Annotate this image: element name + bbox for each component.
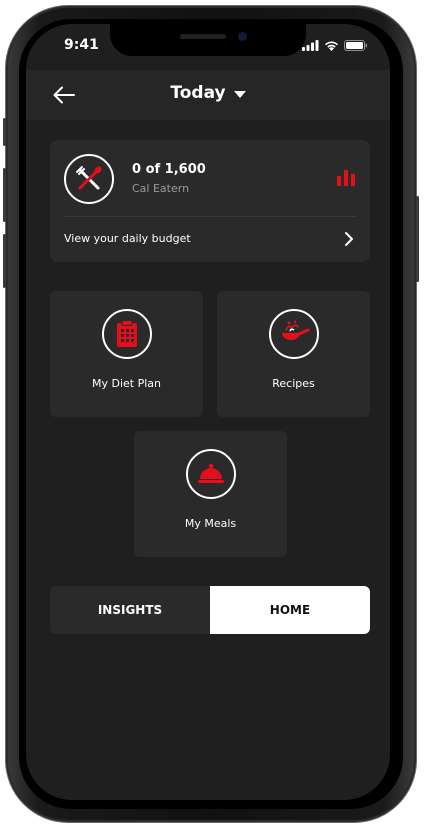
recipes-pan-icon	[282, 320, 310, 340]
top-header: Today	[26, 70, 390, 120]
meals-badge	[186, 449, 236, 499]
my-meals-label: My Meals	[184, 517, 237, 530]
recipes-tile[interactable]: Recipes	[217, 291, 370, 417]
side-button-volume-down	[3, 234, 6, 288]
calories-label: Cal Eatern	[132, 182, 190, 195]
diet-plan-badge	[102, 309, 152, 359]
diet-plan-icon	[117, 320, 137, 347]
caret-down-icon	[233, 90, 246, 98]
bar-chart-icon[interactable]	[336, 168, 356, 186]
side-button-power	[416, 196, 419, 282]
side-button-silent	[3, 118, 6, 146]
recipes-badge	[269, 309, 319, 359]
status-bar: 9:41	[26, 24, 390, 70]
cellular-signal-icon	[302, 40, 319, 51]
calorie-budget-card: 0 of 1,600 Cal Eatern View your daily bu…	[50, 140, 370, 262]
battery-icon	[344, 40, 367, 51]
view-daily-budget-label: View your daily budget	[64, 232, 191, 245]
status-icons	[302, 40, 368, 51]
insights-home-toggle: INSIGHTS HOME	[50, 586, 370, 634]
calories-consumed-value: 0 of 1,600	[132, 162, 206, 177]
meals-cloche-icon	[198, 463, 224, 483]
my-diet-plan-label: My Diet Plan	[91, 377, 161, 390]
side-button-volume-up	[3, 168, 6, 222]
my-diet-plan-tile[interactable]: My Diet Plan	[50, 291, 203, 417]
my-meals-tile[interactable]: My Meals	[134, 431, 287, 557]
notch	[110, 24, 306, 56]
date-selector[interactable]: Today	[26, 83, 390, 103]
view-daily-budget-link[interactable]: View your daily budget	[50, 217, 370, 262]
recipes-label: Recipes	[272, 377, 315, 390]
fork-knife-icon	[76, 166, 102, 190]
wifi-icon	[325, 41, 338, 51]
fork-knife-badge	[64, 154, 114, 204]
speaker-grille	[180, 34, 226, 39]
app-screen: 9:41 Today 0 of 1,600 Cal Eatern View yo…	[26, 24, 390, 800]
status-time: 9:41	[64, 37, 99, 53]
front-camera	[238, 32, 247, 41]
chevron-right-icon	[345, 232, 353, 246]
page-title: Today	[170, 83, 226, 103]
home-tab[interactable]: HOME	[210, 586, 370, 634]
insights-tab[interactable]: INSIGHTS	[50, 586, 210, 634]
